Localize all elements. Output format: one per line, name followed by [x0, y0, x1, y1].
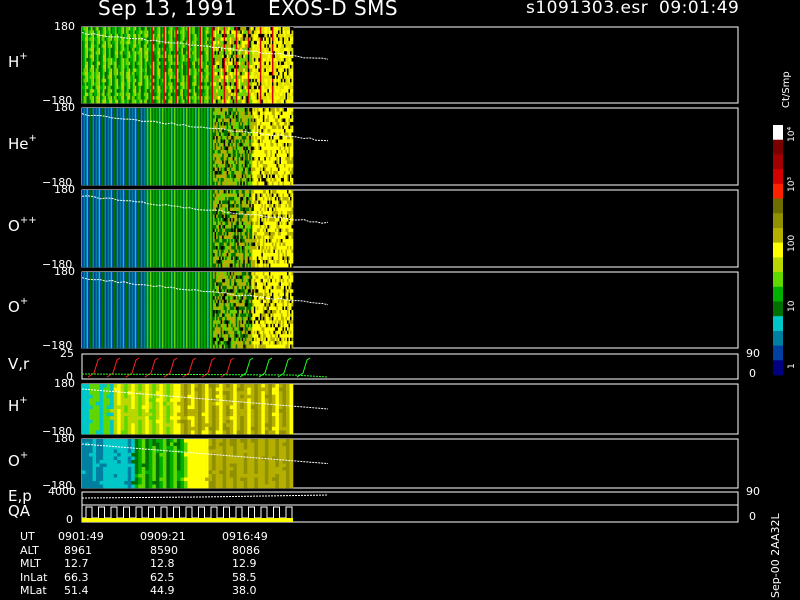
heatmap-cell	[291, 89, 294, 93]
heatmap-cell	[291, 58, 294, 62]
heatmap-cell	[291, 30, 294, 35]
heatmap-cell	[291, 47, 294, 52]
heatmap-cell	[291, 37, 294, 42]
heatmap-cell	[291, 92, 294, 97]
heatmap-cell	[291, 75, 294, 80]
heatmap-cell	[291, 96, 294, 100]
heatmap-cell	[291, 71, 294, 76]
panel-2	[81, 107, 739, 186]
heatmap-cell	[291, 68, 294, 73]
heatmap-cell	[291, 51, 294, 55]
heatmap-cell	[291, 44, 294, 49]
panel-1	[81, 26, 739, 104]
heatmap-cell	[291, 33, 294, 38]
heatmap-cell	[291, 99, 294, 104]
heatmap-cell	[291, 40, 294, 45]
heatmap-cell	[291, 82, 294, 87]
heatmap-cell	[291, 78, 294, 83]
heatmap-cell	[291, 85, 294, 90]
spectrogram-plot	[81, 26, 783, 523]
heatmap-cell	[291, 27, 294, 31]
heatmap-cell	[291, 61, 294, 66]
heatmap-cell	[291, 65, 294, 69]
